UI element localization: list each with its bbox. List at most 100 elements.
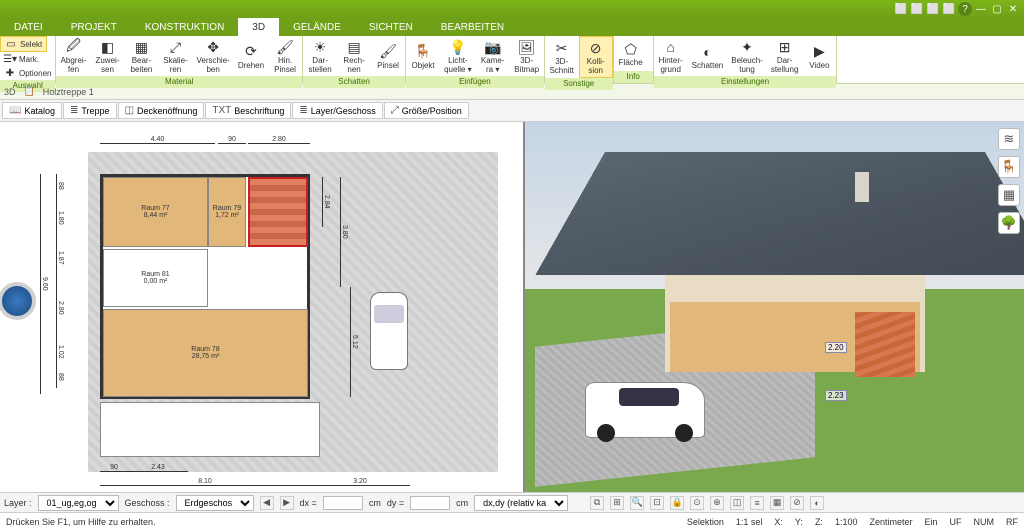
video-button[interactable]: ▶Video [802,36,836,76]
bb-ico-0[interactable]: ⧉ [590,496,604,510]
verschieben-button[interactable]: ✥Verschie-ben [192,36,233,76]
prev-icon[interactable]: ◀ [260,496,274,510]
status-selektion: Selektion [687,517,724,527]
help-hint: Drücken Sie F1, um Hilfe zu erhalten. [6,517,156,527]
ribbon-group-einstellungen: ⌂Hinter-grund ◐Schatten ✦Beleuch-tung ⊞D… [654,36,838,83]
help-icon[interactable]: ? [958,2,972,16]
geschoss-select[interactable]: Erdgeschos [176,495,254,511]
kamera-button[interactable]: 📷Kame-ra ▾ [476,36,510,76]
beleuchtung-button[interactable]: ✦Beleuch-tung [727,36,767,76]
sizepos-icon: ⤢ [391,105,399,116]
tab-projekt[interactable]: PROJEKT [57,18,131,36]
room-77[interactable]: Raum 778,44 m² [103,177,208,247]
tab-3d[interactable]: 3D [238,18,279,36]
floorplan-view[interactable]: Raum 778,44 m² Raum 791,72 m² Raum 810,0… [0,122,525,492]
bearbeiten-button[interactable]: ▦Bear-beiten [124,36,158,76]
schatten-button[interactable]: ◐Schatten [688,36,728,76]
tb-ico-2[interactable]: ⬜ [926,2,940,16]
staircase[interactable] [248,177,308,247]
dy-input[interactable] [410,496,450,510]
coord-mode-select[interactable]: dx,dy (relativ ka [474,495,568,511]
layer-label: Layer : [4,498,32,508]
tb-ico-1[interactable]: ⬜ [910,2,924,16]
close-button[interactable]: ✕ [1006,2,1020,16]
camera-icon: 📷 [484,38,502,56]
room-81[interactable]: Raum 810,00 m² [103,249,208,307]
plants-tool[interactable]: 🌳 [998,212,1020,234]
status-uf: UF [950,517,962,527]
bb-ico-1[interactable]: ⊞ [610,496,624,510]
3d-staircase[interactable] [855,312,915,377]
light-icon: 💡 [449,38,467,56]
bb-ico-2[interactable]: 🔍 [630,496,644,510]
bb-ico-5[interactable]: ⊙ [690,496,704,510]
maximize-button[interactable]: ▢ [990,2,1004,16]
mark-button[interactable]: ☰▾Mark. [0,52,43,66]
furniture-tool[interactable]: 🪑 [998,156,1020,178]
3d-schnitt-button[interactable]: ✂3D-Schnitt [545,36,579,78]
zuweisen-button[interactable]: ◧Zuwei-sen [90,36,124,76]
drehen-button[interactable]: ⟳Drehen [234,36,268,76]
tab-konstruktion[interactable]: KONSTRUKTION [131,18,238,36]
flaeche-button[interactable]: ⬠Fläche [614,36,648,71]
dim-top-1: 4.40 [100,136,215,144]
treppe-button[interactable]: ≣Treppe [63,102,117,119]
bb-ico-3[interactable]: ⊡ [650,496,664,510]
tab-gelaende[interactable]: GELÄNDE [279,18,355,36]
selekt-button[interactable]: ▭Selekt [0,36,47,52]
room-79[interactable]: Raum 791,72 m² [208,177,246,247]
bb-ico-7[interactable]: ◫ [730,496,744,510]
layer-select[interactable]: 01_ug,eg,og [38,495,119,511]
scale-icon: ⤢ [166,38,184,56]
tab-bearbeiten[interactable]: BEARBEITEN [427,18,518,36]
pinsel-button[interactable]: 🖌Pinsel [371,36,405,76]
bb-ico-10[interactable]: ⊘ [790,496,804,510]
deckenoeffnung-button[interactable]: ◫Deckenöffnung [118,102,205,119]
minimize-button[interactable]: — [974,2,988,16]
kollision-button[interactable]: ⊘Kolli-sion [579,36,613,78]
layers-tool[interactable]: ≋ [998,128,1020,150]
group-label: Info [614,71,653,83]
beschriftung-button[interactable]: TXTBeschriftung [205,102,291,119]
hin-pinsel-button[interactable]: 🖌Hin.Pinsel [268,36,302,76]
plus-icon: ✚ [4,67,16,79]
tab-datei[interactable]: DATEI [0,18,57,36]
lichtquelle-button[interactable]: 💡Licht-quelle ▾ [440,36,476,76]
rechnen-button[interactable]: ▤Rech-nen [337,36,371,76]
status-scale2: 1:100 [835,517,858,527]
bb-ico-8[interactable]: ≡ [750,496,764,510]
workspace: Raum 778,44 m² Raum 791,72 m² Raum 810,0… [0,122,1024,492]
materials-tool[interactable]: ▦ [998,184,1020,206]
objekt-button[interactable]: 🪑Objekt [406,36,440,76]
stairs-icon: ≣ [70,105,78,116]
dim-right-3: 5.12 [350,287,358,397]
dx-input[interactable] [323,496,363,510]
bb-ico-9[interactable]: ▦ [770,496,784,510]
layer-geschoss-button[interactable]: ≣Layer/Geschoss [292,102,382,119]
darstellung-button[interactable]: ⊞Dar-stellung [767,36,803,76]
next-icon[interactable]: ▶ [280,496,294,510]
3d-view[interactable]: 2.20 2.23 ≋ 🪑 ▦ 🌳 [525,122,1024,492]
abgreifen-button[interactable]: 🖉Abgrei-fen [56,36,90,76]
katalog-button[interactable]: 📖Katalog [2,102,62,119]
dim3d-2: 2.23 [825,390,847,401]
skalieren-button[interactable]: ⤢Skalie-ren [158,36,192,76]
brush2-icon: 🖌 [379,43,397,61]
sun-icon: ☀ [311,38,329,56]
dim-top-3: 2.80 [248,136,310,144]
tab-sichten[interactable]: SICHTEN [355,18,427,36]
darstellen-button[interactable]: ☀Dar-stellen [303,36,337,76]
hintergrund-button[interactable]: ⌂Hinter-grund [654,36,688,76]
groesse-position-button[interactable]: ⤢Größe/Position [384,102,469,119]
room-78[interactable]: Raum 7828,75 m² [103,309,308,397]
ribbon-group-auswahl: ▭Selekt ☰▾Mark. ✚Optionen Auswahl [0,36,56,83]
dim-top-2: 90 [218,136,246,144]
optionen-button[interactable]: ✚Optionen [0,66,55,80]
side-tools: ≋ 🪑 ▦ 🌳 [998,128,1020,234]
3d-bitmap-button[interactable]: 🖼3D-Bitmap [510,36,544,76]
tb-ico-3[interactable]: ⬜ [942,2,956,16]
bb-ico-11[interactable]: ◐ [810,496,824,510]
bb-ico-6[interactable]: ⊕ [710,496,724,510]
bb-ico-4[interactable]: 🔒 [670,496,684,510]
tb-ico-0[interactable]: ⬜ [894,2,908,16]
